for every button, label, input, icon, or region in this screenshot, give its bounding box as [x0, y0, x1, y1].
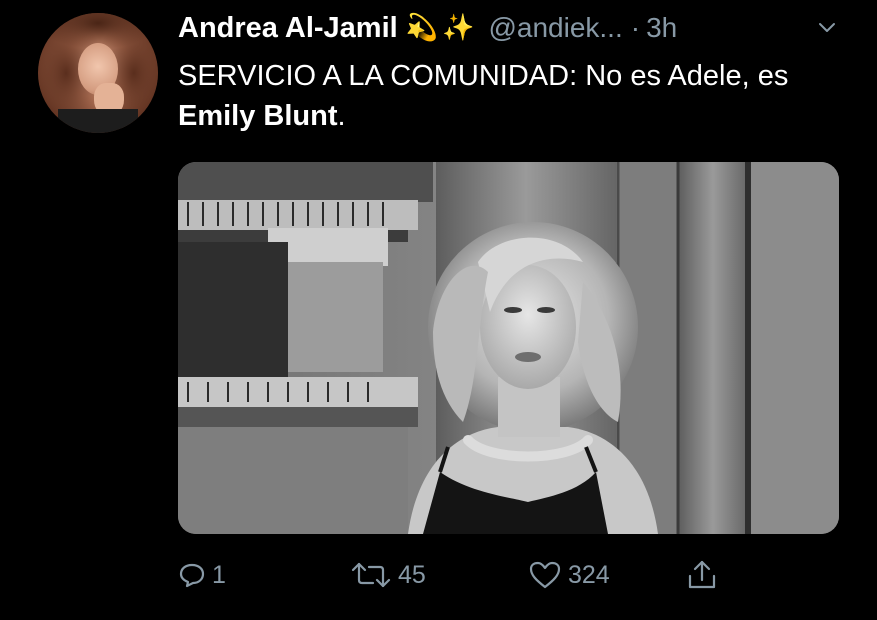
- like-count: 324: [568, 560, 610, 589]
- retweet-button[interactable]: 45: [350, 555, 426, 595]
- heart-icon: [529, 561, 561, 589]
- share-button[interactable]: [686, 555, 718, 595]
- tweet[interactable]: Andrea Al-Jamil 💫 ✨ @andiek... · 3h SERV…: [0, 0, 877, 620]
- timestamp[interactable]: 3h: [646, 12, 677, 44]
- tweet-text: SERVICIO A LA COMUNIDAD: No es Adele, es…: [178, 56, 818, 136]
- tweet-text-bold[interactable]: Emily Blunt: [178, 100, 338, 132]
- dizzy-emoji: 💫: [405, 13, 439, 43]
- share-icon: [688, 560, 716, 589]
- separator-dot: ·: [630, 12, 641, 43]
- chevron-down-icon[interactable]: [818, 22, 836, 34]
- tweet-header: Andrea Al-Jamil 💫 ✨ @andiek... · 3h: [178, 8, 677, 48]
- avatar-shirt: [58, 109, 138, 133]
- display-name[interactable]: Andrea Al-Jamil: [178, 12, 398, 45]
- tweet-text-prefix: SERVICIO A LA COMUNIDAD: No es Adele, es: [178, 60, 789, 92]
- reply-count: 1: [212, 560, 226, 589]
- tweet-actions: 1 45 324: [178, 555, 758, 595]
- sparkles-emoji: ✨: [442, 13, 475, 43]
- reply-button[interactable]: 1: [178, 555, 226, 595]
- avatar[interactable]: [38, 13, 158, 133]
- retweet-icon: [351, 562, 391, 588]
- user-handle[interactable]: @andiek...: [488, 12, 622, 44]
- tweet-text-suffix: .: [337, 100, 346, 132]
- like-button[interactable]: 324: [528, 555, 610, 595]
- tweet-photo[interactable]: [178, 162, 839, 534]
- retweet-count: 45: [398, 560, 426, 589]
- reply-icon: [179, 563, 205, 588]
